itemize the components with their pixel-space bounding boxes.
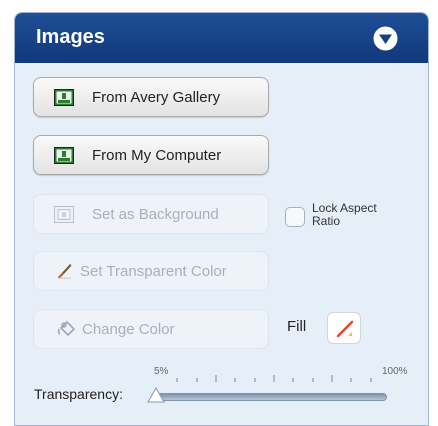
slider-ticks <box>176 375 372 382</box>
slider-handle-icon[interactable] <box>147 387 165 403</box>
transparency-label: Transparency: <box>34 386 123 402</box>
transparency-slider[interactable] <box>155 393 387 401</box>
images-panel: Images From Avery Gallery From My Comput… <box>14 12 429 426</box>
